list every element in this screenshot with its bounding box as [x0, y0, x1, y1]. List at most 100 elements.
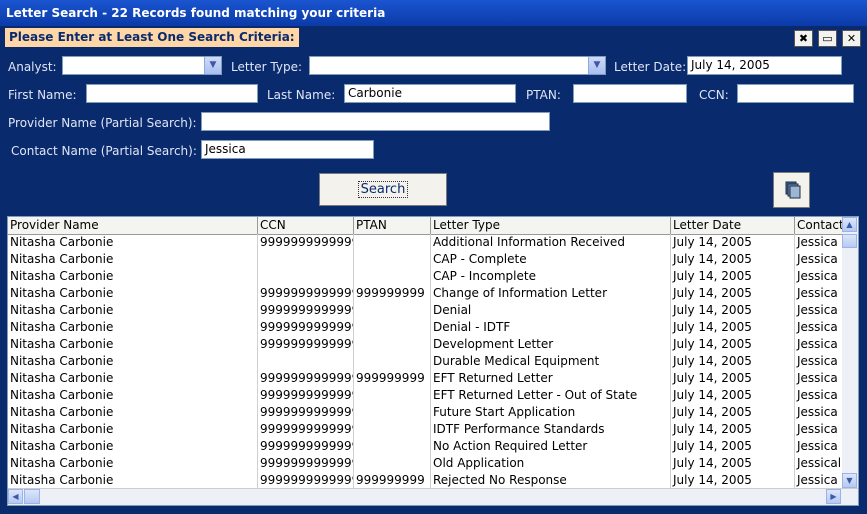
cell-provider-name: Nitasha Carbonie — [8, 285, 258, 302]
cell-provider-name: Nitasha Carbonie — [8, 336, 258, 353]
table-row[interactable]: Nitasha Carbonie 9999999999999 Future St… — [8, 404, 844, 421]
cell-letter-type: Old Application — [431, 455, 671, 472]
cell-letter-date: July 14, 2005 — [671, 421, 795, 438]
scroll-left-icon[interactable]: ◀ — [8, 489, 23, 504]
table-row[interactable]: Nitasha Carbonie 9999999999999 999999999… — [8, 370, 844, 387]
vertical-scroll-thumb[interactable] — [842, 234, 857, 248]
column-header-contact[interactable]: Contact — [795, 217, 844, 234]
cell-ptan — [354, 438, 431, 455]
provider-name-label: Provider Name (Partial Search): — [8, 116, 197, 130]
letter-date-input[interactable]: July 14, 2005 — [687, 56, 842, 75]
table-row[interactable]: Nitasha Carbonie 9999999999999 Denial Ju… — [8, 302, 844, 319]
cell-provider-name: Nitasha Carbonie — [8, 353, 258, 370]
cell-ccn: 9999999999999 — [260, 438, 354, 455]
cell-contact: Jessica — [795, 353, 844, 370]
window-title: Letter Search - 22 Records found matchin… — [6, 6, 386, 20]
title-bar: Letter Search - 22 Records found matchin… — [0, 0, 867, 26]
table-row[interactable]: Nitasha Carbonie Durable Medical Equipme… — [8, 353, 844, 370]
scroll-right-icon[interactable]: ▶ — [826, 489, 841, 504]
cell-provider-name: Nitasha Carbonie — [8, 234, 258, 251]
first-name-input[interactable] — [86, 84, 258, 103]
table-row[interactable]: Nitasha Carbonie 9999999999999 No Action… — [8, 438, 844, 455]
cell-ccn: 9999999999999 — [260, 370, 354, 387]
cell-provider-name: Nitasha Carbonie — [8, 472, 258, 489]
search-button[interactable]: Search — [319, 173, 447, 206]
cell-ptan — [354, 353, 431, 370]
horizontal-scrollbar[interactable]: ◀ ▶ — [8, 488, 858, 505]
results-grid[interactable]: Provider Name CCN PTAN Letter Type Lette… — [7, 216, 859, 506]
analyst-label: Analyst: — [8, 60, 57, 74]
minimize-icon[interactable]: ▭ — [818, 30, 837, 47]
chevron-down-icon[interactable]: ▼ — [588, 57, 605, 74]
cell-contact: Jessical — [795, 455, 844, 472]
ptan-input[interactable] — [573, 84, 687, 103]
horizontal-scroll-thumb[interactable] — [24, 489, 40, 504]
cell-letter-date: July 14, 2005 — [671, 234, 795, 251]
first-name-label: First Name: — [8, 88, 77, 102]
cell-ccn: 9999999999999 — [260, 387, 354, 404]
cell-contact: Jessica — [795, 302, 844, 319]
close-form-icon[interactable]: ✖ — [794, 30, 813, 47]
table-row[interactable]: Nitasha Carbonie 9999999999999 999999999… — [8, 472, 844, 489]
cell-letter-type: Future Start Application — [431, 404, 671, 421]
cell-contact: Jessica — [795, 268, 844, 285]
contact-name-input[interactable]: Jessica — [201, 140, 374, 159]
cell-provider-name: Nitasha Carbonie — [8, 268, 258, 285]
cell-letter-date: July 14, 2005 — [671, 404, 795, 421]
table-row[interactable]: Nitasha Carbonie 9999999999999 EFT Retur… — [8, 387, 844, 404]
column-header-ptan[interactable]: PTAN — [354, 217, 431, 234]
cell-ptan — [354, 404, 431, 421]
cell-letter-type: Change of Information Letter — [431, 285, 671, 302]
cell-contact: Jessica — [795, 319, 844, 336]
ptan-label: PTAN: — [526, 88, 561, 102]
table-row[interactable]: Nitasha Carbonie 9999999999999 999999999… — [8, 285, 844, 302]
cell-letter-type: Durable Medical Equipment — [431, 353, 671, 370]
table-row[interactable]: Nitasha Carbonie CAP - Incomplete July 1… — [8, 268, 844, 285]
column-header-letter-date[interactable]: Letter Date — [671, 217, 795, 234]
vertical-scrollbar[interactable]: ▲ ▼ — [842, 217, 858, 489]
cell-ptan — [354, 302, 431, 319]
cell-letter-type: Development Letter — [431, 336, 671, 353]
column-header-ccn[interactable]: CCN — [258, 217, 354, 234]
table-row[interactable]: Nitasha Carbonie 9999999999999 Developme… — [8, 336, 844, 353]
scroll-down-icon[interactable]: ▼ — [842, 473, 857, 488]
cell-ccn: 9999999999999 — [260, 285, 354, 302]
last-name-input[interactable]: Carbonie — [344, 84, 516, 103]
cell-contact: Jessica — [795, 438, 844, 455]
cell-ccn: 9999999999999 — [260, 336, 354, 353]
table-row[interactable]: Nitasha Carbonie 9999999999999 Old Appli… — [8, 455, 844, 472]
close-icon[interactable]: ✕ — [842, 30, 861, 47]
table-row[interactable]: Nitasha Carbonie 9999999999999 Denial - … — [8, 319, 844, 336]
letter-type-combo[interactable]: ▼ — [309, 56, 606, 75]
cell-ptan — [354, 421, 431, 438]
letter-type-label: Letter Type: — [231, 60, 303, 74]
table-row[interactable]: Nitasha Carbonie 9999999999999 Additiona… — [8, 234, 844, 251]
cell-letter-type: Rejected No Response — [431, 472, 671, 489]
cell-ccn: 9999999999999 — [260, 234, 354, 251]
cell-letter-date: July 14, 2005 — [671, 319, 795, 336]
scroll-up-icon[interactable]: ▲ — [842, 217, 857, 232]
cell-ptan — [354, 234, 431, 251]
cell-provider-name: Nitasha Carbonie — [8, 302, 258, 319]
cell-letter-type: No Action Required Letter — [431, 438, 671, 455]
copy-records-button[interactable] — [773, 172, 810, 208]
column-header-letter-type[interactable]: Letter Type — [431, 217, 671, 234]
column-header-provider-name[interactable]: Provider Name — [8, 217, 258, 234]
table-row[interactable]: Nitasha Carbonie 9999999999999 IDTF Perf… — [8, 421, 844, 438]
chevron-down-icon[interactable]: ▼ — [204, 57, 221, 74]
letter-date-label: Letter Date: — [614, 60, 687, 74]
cell-letter-date: July 14, 2005 — [671, 387, 795, 404]
cell-ptan: 999999999 — [354, 472, 431, 489]
table-row[interactable]: Nitasha Carbonie CAP - Complete July 14,… — [8, 251, 844, 268]
cell-letter-type: IDTF Performance Standards — [431, 421, 671, 438]
cell-ccn: 9999999999999 — [260, 319, 354, 336]
cell-provider-name: Nitasha Carbonie — [8, 455, 258, 472]
analyst-combo[interactable]: ▼ — [62, 56, 222, 75]
provider-name-input[interactable] — [201, 112, 550, 131]
ccn-input[interactable] — [737, 84, 854, 103]
cell-letter-type: EFT Returned Letter — [431, 370, 671, 387]
cell-ptan — [354, 455, 431, 472]
cell-provider-name: Nitasha Carbonie — [8, 370, 258, 387]
instruction-banner: Please Enter at Least One Search Criteri… — [5, 28, 299, 47]
cell-ptan — [354, 336, 431, 353]
